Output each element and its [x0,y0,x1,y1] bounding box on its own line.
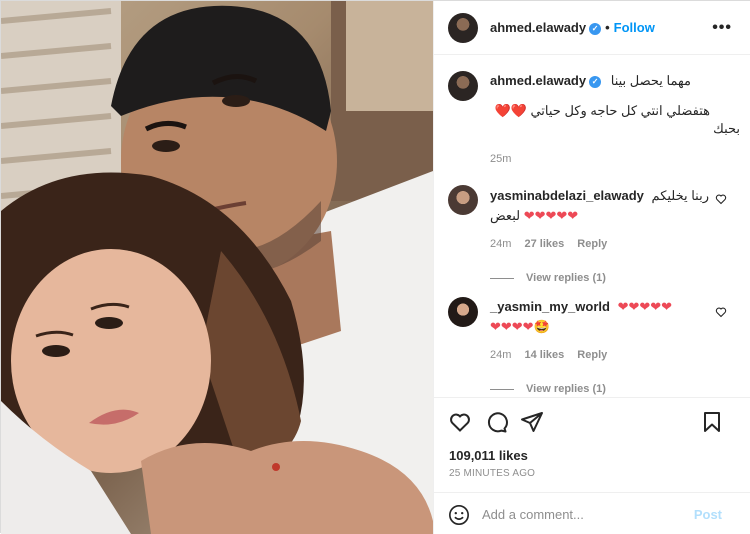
star-eyes-emoji: 🤩 [533,319,550,334]
comment-avatar[interactable] [448,297,478,327]
bookmark-icon[interactable] [700,410,724,434]
author-info: ahmed.elawady ✓ • Follow [490,20,655,35]
separator-dot: • [605,20,610,35]
comment-heart-icon[interactable] [715,306,727,318]
verified-badge-icon: ✓ [589,22,602,35]
caption-author-avatar[interactable] [448,71,478,101]
verified-badge-icon: ✓ [589,75,602,88]
caption-timestamp: 25m [490,153,512,165]
post-header: ahmed.elawady ✓ • Follow ••• [434,1,750,55]
comment-meta: 24m 27 likes Reply [490,238,720,250]
divider-line [490,277,514,279]
heart-emoji: ❤❤❤❤❤ [617,299,673,314]
comment-likes[interactable]: 27 likes [524,238,564,250]
comment-item: yasminabdelazi_elawady ربنا يخليكم لبعض … [490,188,720,284]
caption-block: ahmed.elawady ✓ مهما يحصل بينا ❤️❤️ هتفضل… [490,73,740,165]
more-options-icon[interactable]: ••• [712,19,732,37]
caption-author-username[interactable]: ahmed.elawady [490,73,586,88]
post-comment-button[interactable]: Post [694,507,722,522]
caption-line-3: بحبك [713,121,740,136]
comment-meta: 24m 14 likes Reply [490,349,720,361]
heart-emoji: ❤❤❤❤ [490,319,534,334]
comment-time: 24m [490,238,512,250]
comment-second-line: لبعض ❤❤❤❤❤ [490,208,720,224]
reply-button[interactable]: Reply [577,349,607,361]
follow-button[interactable]: Follow [614,20,655,35]
comment-text-2: لبعض [490,208,521,223]
heart-icon[interactable] [448,410,472,434]
comment-first-line: _yasmin_my_world ❤❤❤❤❤ [490,299,720,315]
comment-text: ربنا يخليكم [651,188,710,203]
photo-illustration [1,1,433,534]
comment-input[interactable] [482,503,682,525]
post-photo[interactable] [1,1,433,534]
view-replies-label: View replies (1) [526,272,606,284]
comment-heart-icon[interactable] [715,193,727,205]
share-icon[interactable] [520,410,544,434]
divider-line [490,388,514,390]
caption-line-1: مهما يحصل بينا [610,73,691,88]
comment-icon[interactable] [484,410,508,434]
comment-time: 24m [490,349,512,361]
view-replies-button[interactable]: View replies (1) [490,272,720,284]
comment-username[interactable]: _yasmin_my_world [490,299,610,314]
post-side-panel: ahmed.elawady ✓ • Follow ••• ahmed.elawady ✓… [433,1,750,534]
comment-first-line: yasminabdelazi_elawady ربنا يخليكم [490,188,720,204]
author-username[interactable]: ahmed.elawady [490,20,586,35]
author-avatar[interactable] [448,13,478,43]
post-time-ago: 25 MINUTES AGO [449,468,536,479]
reply-button[interactable]: Reply [577,238,607,250]
comment-username[interactable]: yasminabdelazi_elawady [490,188,644,203]
comment-likes[interactable]: 14 likes [524,349,564,361]
view-replies-label: View replies (1) [526,383,606,395]
view-replies-button[interactable]: View replies (1) [490,383,720,395]
comment-second-line: ❤❤❤❤🤩 [490,319,720,335]
comment-item: _yasmin_my_world ❤❤❤❤❤ ❤❤❤❤🤩 24m 14 like… [490,299,720,395]
instagram-post-modal: ahmed.elawady ✓ • Follow ••• ahmed.elawady ✓… [0,0,750,534]
caption-line-2: هتفضلي انتي كل حاجه وكل حياتي [530,103,710,118]
caption-line-2-row: ❤️❤️ هتفضلي انتي كل حاجه وكل حياتي [490,103,710,119]
comment-avatar[interactable] [448,185,478,215]
heart-emoji: ❤️❤️ [494,103,527,118]
emoji-icon[interactable] [448,504,470,526]
likes-count[interactable]: 109,011 likes [449,448,528,463]
add-comment-bar: Post [434,492,750,534]
heart-emoji: ❤❤❤❤❤ [523,208,579,223]
post-actions: 109,011 likes 25 MINUTES AGO [434,397,750,491]
caption-header-line: ahmed.elawady ✓ مهما يحصل بينا [490,73,740,89]
